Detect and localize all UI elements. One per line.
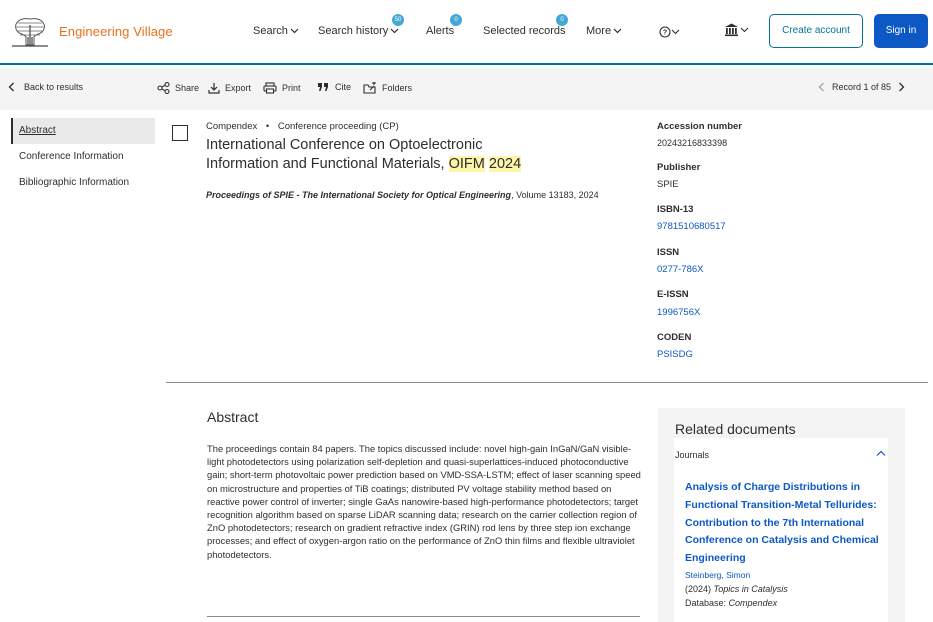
create-account-button[interactable]: Create account (769, 14, 863, 48)
coden-label: CODEN (657, 332, 692, 343)
nav-search-history[interactable]: Search history (318, 25, 399, 37)
section-divider (166, 382, 928, 383)
publisher-label: Publisher (657, 162, 701, 173)
eissn-label: E-ISSN (657, 289, 689, 300)
leftnav-abstract[interactable]: Abstract (11, 118, 155, 144)
leftnav-bibliographic-information[interactable]: Bibliographic Information (11, 170, 155, 196)
cite-button[interactable]: Cite (317, 82, 351, 92)
isbn-link[interactable]: 9781510680517 (657, 221, 726, 232)
related-document-title-link[interactable]: Analysis of Charge Distributions in Func… (685, 479, 881, 568)
nav-selected-records[interactable]: Selected records (483, 25, 566, 37)
export-button[interactable]: Export (208, 82, 251, 94)
abstract-text: The proceedings contain 84 papers. The t… (207, 443, 641, 560)
sign-in-button[interactable]: Sign in (874, 14, 928, 48)
coden-link[interactable]: PSISDG (657, 349, 693, 360)
share-button[interactable]: Share (157, 82, 199, 94)
highlighted-term: OIFM (448, 156, 485, 172)
back-to-results-link[interactable]: Back to results (8, 82, 83, 92)
database-name: Compendex (206, 121, 258, 132)
previous-record-icon[interactable] (818, 82, 825, 92)
next-record-icon[interactable] (898, 82, 905, 92)
related-document-source: (2024) Topics in Catalysis (685, 584, 788, 594)
separator-dot: • (265, 121, 270, 132)
chevron-down-icon (613, 28, 622, 34)
download-icon (208, 83, 220, 94)
folder-add-icon (363, 82, 376, 94)
chevron-up-icon[interactable] (876, 450, 886, 457)
related-documents-panel: Related documents Journals Analysis of C… (658, 408, 905, 622)
selected-records-count-badge: 0 (556, 14, 568, 26)
nav-more[interactable]: More (586, 25, 622, 37)
leftnav-conference-information[interactable]: Conference Information (11, 144, 155, 170)
quote-icon (318, 83, 328, 91)
abstract-divider (207, 616, 640, 617)
alerts-count-badge: 0 (450, 14, 462, 26)
proceedings-title: Proceedings of SPIE - The International … (206, 190, 512, 200)
issn-link[interactable]: 0277-786X (657, 264, 703, 275)
related-document-author-link[interactable]: Steinberg, Simon (685, 570, 750, 580)
eissn-link[interactable]: 1996756X (657, 307, 700, 318)
related-document-database: Database: Compendex (685, 598, 778, 608)
nav-search[interactable]: Search (253, 25, 299, 37)
share-icon (157, 82, 170, 94)
printer-icon (263, 82, 277, 94)
record-source-line: Compendex • Conference proceeding (CP) (206, 121, 399, 132)
record-pager: Record 1 of 85 (818, 82, 905, 92)
highlighted-term: 2024 (488, 156, 522, 172)
journals-accordion-header[interactable]: Journals (675, 450, 709, 460)
abstract-heading: Abstract (207, 409, 259, 425)
accession-number-label: Accession number (657, 121, 742, 132)
chevron-down-icon (390, 28, 399, 34)
print-button[interactable]: Print (263, 82, 301, 94)
nav-alerts[interactable]: Alerts (426, 25, 454, 37)
isbn-label: ISBN-13 (657, 204, 694, 215)
related-journals-section: Journals Analysis of Charge Distribution… (674, 438, 888, 622)
folders-button[interactable]: Folders (363, 82, 412, 94)
publisher-value: SPIE (657, 179, 679, 190)
record-toolbar: Back to results Share Export Print Cite … (0, 67, 933, 110)
record-position: Record 1 of 85 (832, 82, 892, 92)
accession-number-value: 20243216833398 (657, 138, 728, 148)
header: Engineering Village Search Search histor… (0, 0, 933, 65)
svg-text:?: ? (663, 30, 667, 37)
chevron-left-icon (8, 82, 14, 92)
elsevier-tree-logo[interactable] (10, 13, 50, 49)
record-title: International Conference on Optoelectron… (206, 137, 522, 172)
proceedings-citation: Proceedings of SPIE - The International … (206, 190, 599, 200)
search-history-count-badge: 50 (392, 14, 404, 26)
brand-name[interactable]: Engineering Village (59, 24, 173, 39)
document-type: Conference proceeding (CP) (277, 121, 399, 132)
issn-label: ISSN (657, 247, 680, 258)
related-documents-heading: Related documents (675, 421, 796, 437)
chevron-down-icon (290, 28, 299, 34)
select-record-checkbox[interactable] (172, 125, 188, 141)
institution-icon[interactable] (724, 23, 750, 37)
help-menu-icon[interactable]: ? (659, 25, 681, 39)
